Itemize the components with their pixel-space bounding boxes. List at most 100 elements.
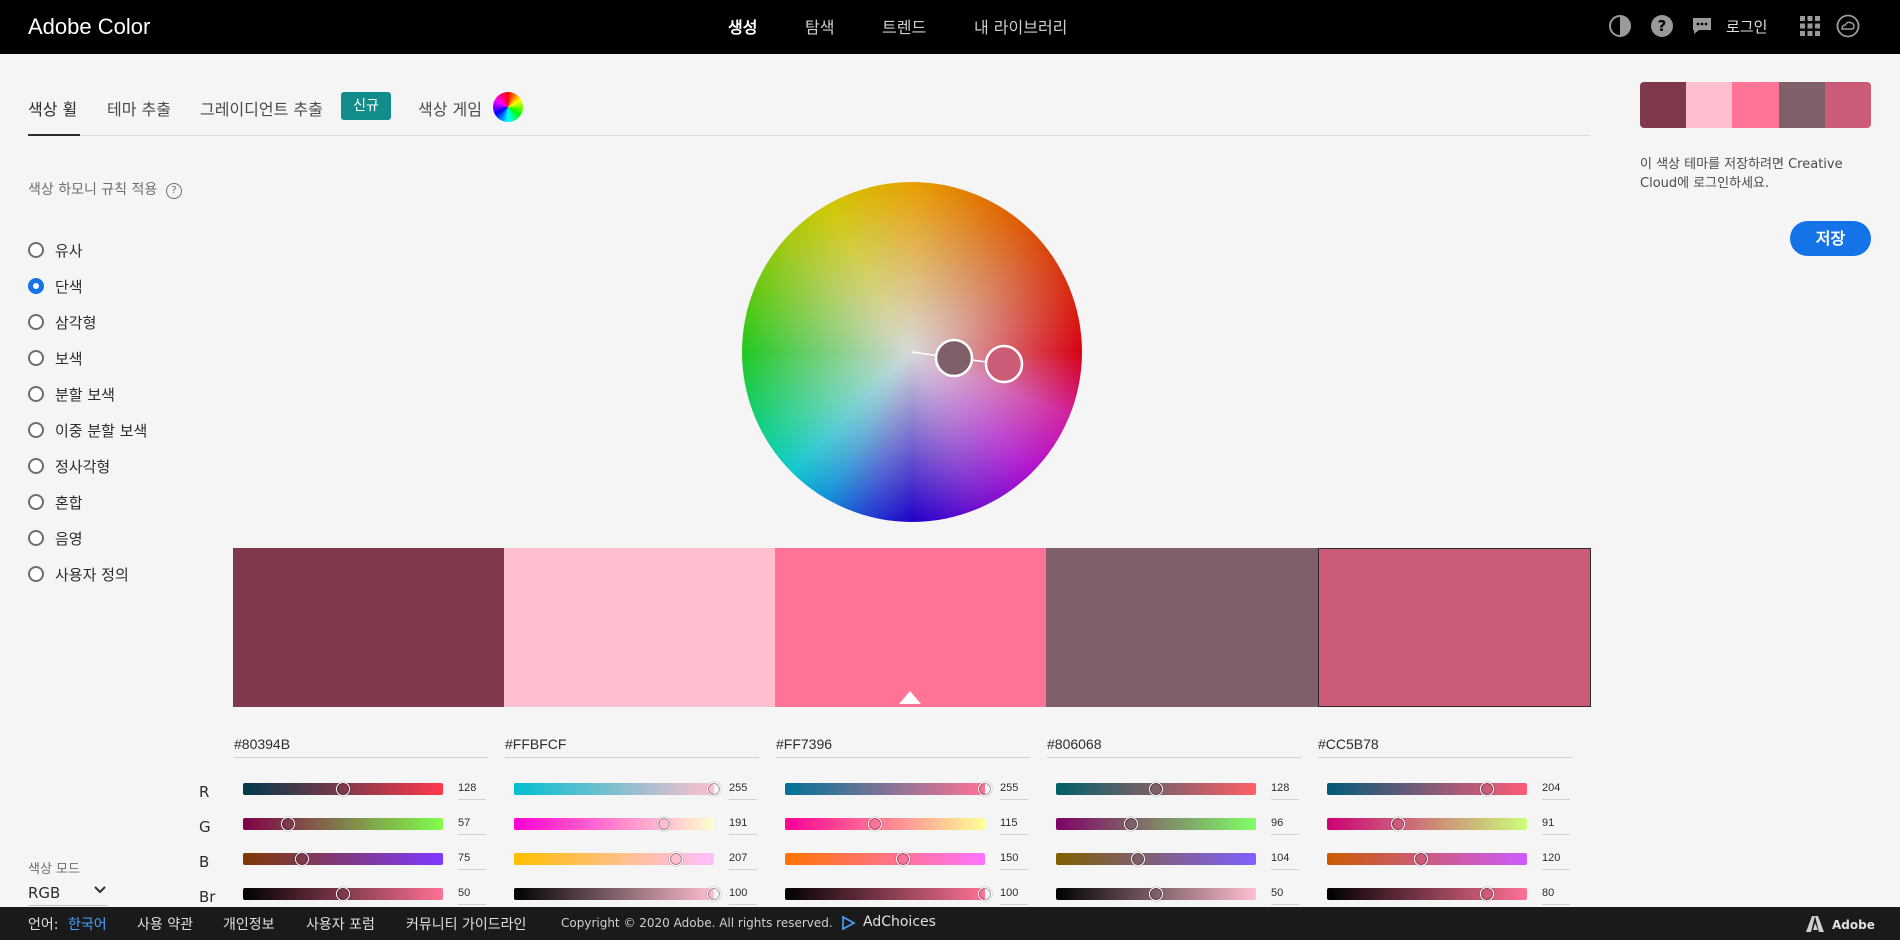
chat-icon[interactable] (1690, 14, 1714, 38)
hex-input[interactable]: #FF7396 (776, 736, 1030, 758)
hex-input[interactable]: #80394B (234, 736, 488, 758)
slider-value-r[interactable]: 128 (458, 782, 486, 800)
slider-track-br[interactable] (514, 888, 714, 900)
adchoices-link[interactable]: AdChoices (863, 914, 936, 930)
footer-link-forum[interactable]: 사용자 포럼 (306, 914, 375, 934)
slider-track-b[interactable] (243, 853, 443, 865)
slider-thumb-g[interactable] (656, 817, 671, 831)
slider-thumb-r[interactable] (1480, 782, 1494, 796)
tab-extract-gradient[interactable]: 그레이디언트 추출 (200, 96, 323, 120)
color-swatch[interactable] (233, 548, 504, 707)
slider-value-b[interactable]: 120 (1542, 852, 1570, 870)
slider-value-g[interactable]: 191 (729, 817, 757, 835)
help-icon[interactable]: ? (1650, 14, 1674, 38)
wheel-handle-selected[interactable] (984, 344, 1024, 384)
hex-input[interactable]: #806068 (1047, 736, 1301, 758)
hex-input[interactable]: #FFBFCF (505, 736, 759, 758)
nav-item-my-library[interactable]: 내 라이브러리 (974, 14, 1067, 38)
slider-value-br[interactable]: 50 (1271, 887, 1299, 905)
slider-value-r[interactable]: 204 (1542, 782, 1570, 800)
slider-track-r[interactable] (785, 783, 985, 795)
radio-button[interactable] (28, 566, 44, 582)
language-link[interactable]: 한국어 (68, 914, 107, 934)
footer-link-terms[interactable]: 사용 약관 (137, 914, 193, 934)
slider-value-br[interactable]: 80 (1542, 887, 1570, 905)
slider-value-r[interactable]: 255 (1000, 782, 1028, 800)
radio-button[interactable] (28, 350, 44, 366)
color-swatch-selected[interactable] (1318, 548, 1591, 707)
nav-item-trends[interactable]: 트렌드 (882, 14, 926, 38)
slider-thumb-br[interactable] (978, 887, 992, 901)
slider-value-g[interactable]: 96 (1271, 817, 1299, 835)
color-swatch[interactable] (1046, 548, 1318, 707)
radio-button[interactable] (28, 386, 44, 402)
creative-cloud-icon[interactable] (1836, 14, 1860, 38)
save-button[interactable]: 저장 (1790, 221, 1871, 256)
color-swatch[interactable] (504, 548, 775, 707)
rule-triad[interactable]: 삼각형 (28, 311, 198, 333)
slider-value-g[interactable]: 115 (1000, 817, 1028, 835)
slider-thumb-br[interactable] (336, 887, 350, 901)
footer-link-guidelines[interactable]: 커뮤니티 가이드라인 (406, 914, 526, 934)
app-title[interactable]: Adobe Color (28, 14, 150, 40)
rule-custom[interactable]: 사용자 정의 (28, 563, 198, 585)
apps-grid-icon[interactable] (1798, 14, 1822, 38)
radio-button[interactable] (28, 530, 44, 546)
radio-button[interactable] (28, 314, 44, 330)
color-wheel[interactable] (742, 182, 1082, 522)
slider-thumb-b[interactable] (1130, 852, 1145, 866)
slider-thumb-b[interactable] (1414, 852, 1429, 866)
slider-value-r[interactable]: 255 (729, 782, 757, 800)
slider-value-b[interactable]: 150 (1000, 852, 1028, 870)
slider-thumb-b[interactable] (895, 852, 910, 866)
slider-track-br[interactable] (1327, 888, 1527, 900)
tab-extract-theme[interactable]: 테마 추출 (107, 96, 171, 120)
rule-monochromatic[interactable]: 단색 (28, 275, 198, 297)
slider-track-g[interactable] (514, 818, 714, 830)
color-mode-select[interactable]: RGB (28, 880, 108, 906)
slider-thumb-b[interactable] (294, 852, 309, 866)
radio-button[interactable] (28, 494, 44, 510)
radio-button[interactable] (28, 422, 44, 438)
rule-square[interactable]: 정사각형 (28, 455, 198, 477)
login-link[interactable]: 로그인 (1726, 16, 1767, 37)
slider-track-b[interactable] (1056, 853, 1256, 865)
rule-shades[interactable]: 음영 (28, 527, 198, 549)
nav-item-explore[interactable]: 탐색 (805, 14, 834, 38)
slider-track-br[interactable] (785, 888, 985, 900)
slider-thumb-br[interactable] (707, 887, 721, 901)
color-swatch-base[interactable] (775, 548, 1046, 707)
rule-compound[interactable]: 혼합 (28, 491, 198, 513)
slider-thumb-g[interactable] (280, 817, 295, 831)
slider-track-b[interactable] (785, 853, 985, 865)
slider-thumb-r[interactable] (978, 782, 992, 796)
slider-value-br[interactable]: 50 (458, 887, 486, 905)
radio-button-selected[interactable] (28, 278, 44, 294)
slider-thumb-r[interactable] (707, 782, 721, 796)
contrast-icon[interactable] (1608, 14, 1632, 38)
slider-value-b[interactable]: 75 (458, 852, 486, 870)
slider-track-r[interactable] (514, 783, 714, 795)
slider-value-g[interactable]: 57 (458, 817, 486, 835)
slider-track-g[interactable] (785, 818, 985, 830)
slider-track-r[interactable] (1327, 783, 1527, 795)
hex-input[interactable]: #CC5B78 (1318, 736, 1572, 758)
rule-analogous[interactable]: 유사 (28, 239, 198, 261)
radio-button[interactable] (28, 458, 44, 474)
tab-color-wheel[interactable]: 색상 휠 (28, 96, 77, 120)
slider-value-b[interactable]: 104 (1271, 852, 1299, 870)
slider-value-b[interactable]: 207 (729, 852, 757, 870)
slider-track-g[interactable] (1327, 818, 1527, 830)
slider-thumb-br[interactable] (1480, 887, 1494, 901)
rule-split-complementary[interactable]: 분할 보색 (28, 383, 198, 405)
rule-complementary[interactable]: 보색 (28, 347, 198, 369)
color-game-icon[interactable] (493, 92, 523, 122)
slider-thumb-br[interactable] (1149, 887, 1163, 901)
slider-value-r[interactable]: 128 (1271, 782, 1299, 800)
rule-double-split-complementary[interactable]: 이중 분할 보색 (28, 419, 198, 441)
slider-value-br[interactable]: 100 (1000, 887, 1028, 905)
tab-color-game[interactable]: 색상 게임 (418, 96, 482, 120)
footer-link-privacy[interactable]: 개인정보 (223, 914, 275, 934)
slider-value-br[interactable]: 100 (729, 887, 757, 905)
nav-item-create[interactable]: 생성 (728, 14, 757, 38)
